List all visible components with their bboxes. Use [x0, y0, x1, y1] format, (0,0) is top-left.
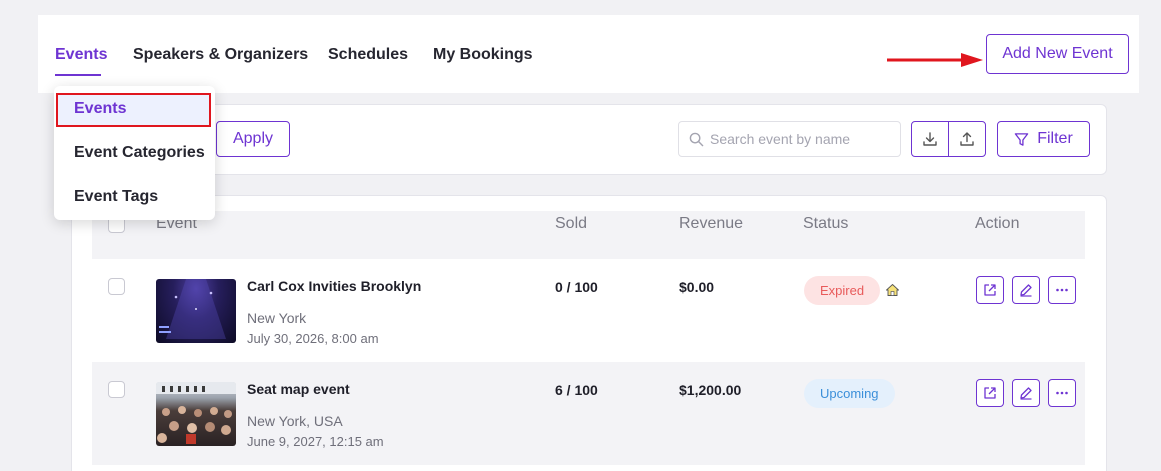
- dropdown-item-events[interactable]: Events: [74, 100, 126, 118]
- tab-speakers-organizers[interactable]: Speakers & Organizers: [133, 46, 308, 64]
- external-link-icon: [984, 284, 996, 296]
- ellipsis-icon: [1056, 391, 1068, 395]
- row-checkbox[interactable]: [108, 278, 125, 295]
- column-header-sold: Sold: [555, 215, 588, 232]
- table-row: [92, 259, 1085, 362]
- column-header-status: Status: [803, 215, 849, 232]
- tab-events[interactable]: Events: [55, 46, 107, 64]
- event-thumbnail: [156, 382, 236, 446]
- column-header-action: Action: [975, 215, 1020, 232]
- ellipsis-icon: [1056, 288, 1068, 292]
- filter-label: Filter: [1037, 130, 1073, 147]
- search-box: [678, 121, 901, 157]
- pencil-icon: [1020, 387, 1032, 400]
- tab-schedules[interactable]: Schedules: [328, 46, 408, 64]
- audience-image-icon: [156, 382, 236, 444]
- view-event-button[interactable]: [976, 276, 1004, 304]
- revenue-value: $0.00: [679, 279, 715, 295]
- external-link-icon: [984, 387, 996, 399]
- event-date: July 30, 2026, 8:00 am: [247, 331, 379, 346]
- sold-value: 0 / 100: [555, 279, 598, 295]
- status-badge: Upcoming: [804, 379, 895, 408]
- dropdown-item-event-categories[interactable]: Event Categories: [74, 144, 205, 162]
- concert-image-icon: [159, 279, 226, 339]
- active-tab-underline: [55, 74, 101, 76]
- home-icon: [886, 284, 899, 296]
- upload-button[interactable]: [948, 121, 986, 157]
- tab-my-bookings[interactable]: My Bookings: [433, 46, 533, 64]
- filter-button[interactable]: Filter: [997, 121, 1090, 157]
- row-checkbox[interactable]: [108, 381, 125, 398]
- dropdown-item-event-tags[interactable]: Event Tags: [74, 188, 158, 206]
- search-input[interactable]: [710, 131, 890, 147]
- column-header-revenue: Revenue: [679, 215, 744, 232]
- more-actions-button[interactable]: [1048, 379, 1076, 407]
- status-badge: Expired: [804, 276, 881, 305]
- event-location: New York: [247, 310, 307, 326]
- revenue-value: $1,200.00: [679, 382, 742, 398]
- download-icon: [923, 132, 937, 146]
- download-button[interactable]: [911, 121, 949, 157]
- more-actions-button[interactable]: [1048, 276, 1076, 304]
- add-new-event-button[interactable]: Add New Event: [986, 34, 1129, 74]
- filter-icon: [1014, 132, 1029, 146]
- pencil-icon: [1020, 284, 1032, 297]
- event-title[interactable]: Carl Cox Invities Brooklyn: [247, 278, 421, 294]
- table-header: [92, 211, 1085, 259]
- event-location: New York, USA: [247, 413, 343, 429]
- edit-event-button[interactable]: [1012, 276, 1040, 304]
- event-date: June 9, 2027, 12:15 am: [247, 434, 384, 449]
- sold-value: 6 / 100: [555, 382, 598, 398]
- apply-button[interactable]: Apply: [216, 121, 290, 157]
- edit-event-button[interactable]: [1012, 379, 1040, 407]
- events-dropdown-menu: Events Event Categories Event Tags: [54, 86, 215, 220]
- annotation-arrow-icon: [887, 53, 983, 67]
- search-icon: [689, 132, 704, 146]
- table-row: [92, 362, 1085, 465]
- event-title[interactable]: Seat map event: [247, 381, 350, 397]
- view-event-button[interactable]: [976, 379, 1004, 407]
- upload-icon: [960, 132, 974, 146]
- event-thumbnail: [156, 279, 236, 343]
